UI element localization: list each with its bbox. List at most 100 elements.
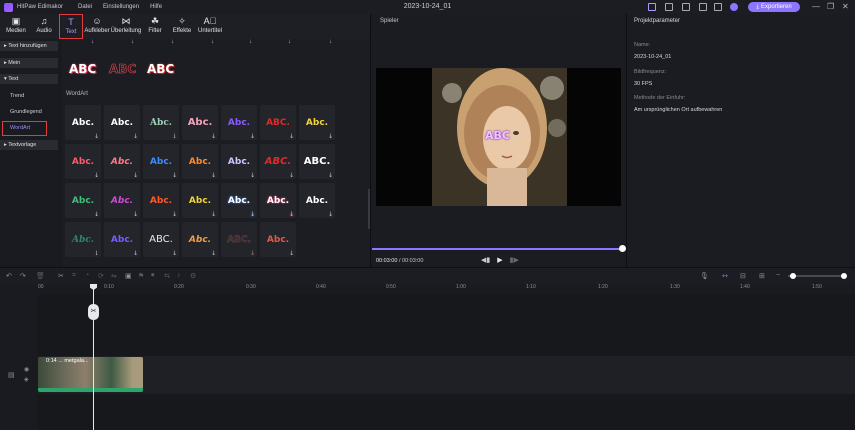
download-icon[interactable]: ↓ — [133, 172, 138, 179]
nav-wordart[interactable]: WordArt — [2, 121, 47, 136]
prev-frame-icon[interactable]: ◀▮ — [481, 256, 490, 264]
zoom-out-icon[interactable]: − — [776, 272, 780, 279]
restore-icon[interactable]: ❐ — [827, 2, 834, 11]
wordart-tile[interactable]: Abc. ↓ — [260, 183, 296, 218]
video-preview[interactable]: ABC — [376, 68, 621, 206]
track-audio-icon[interactable]: ◈ — [24, 376, 29, 383]
download-icon[interactable]: ↓ — [131, 39, 134, 45]
rotate-icon[interactable]: ⟳ — [98, 272, 104, 280]
account-icon[interactable] — [730, 3, 738, 11]
wordart-tile[interactable]: Abc. ↓ — [143, 144, 179, 179]
download-icon[interactable]: ↓ — [289, 211, 294, 218]
download-icon[interactable]: ↓ — [289, 133, 294, 140]
wordart-tile[interactable]: ABC. ↓ — [260, 144, 296, 179]
menu-hilfe[interactable]: Hilfe — [150, 4, 162, 10]
download-icon[interactable]: ↓ — [211, 172, 216, 179]
split-playhead-icon[interactable]: ✂ — [88, 304, 99, 320]
snap-icon[interactable]: ⇿ — [722, 272, 728, 280]
tool-effekte[interactable]: ✧ Effekte — [170, 14, 194, 39]
nav-trend[interactable]: Trend — [10, 93, 24, 99]
zoom-in-icon[interactable] — [841, 273, 847, 279]
wordart-tile[interactable]: Abc. ↓ — [182, 183, 218, 218]
download-icon[interactable]: ↓ — [288, 39, 291, 45]
nav-text-hinzufuegen[interactable]: ▸ Text hinzufügen — [0, 41, 58, 51]
download-icon[interactable]: ↓ — [249, 39, 252, 45]
playback-progress[interactable] — [372, 248, 622, 250]
download-icon[interactable]: ↓ — [133, 250, 138, 257]
split-icon[interactable]: ✂ — [58, 272, 64, 280]
tool-untertitel[interactable]: A⃞ Untertitel — [196, 14, 224, 39]
download-icon[interactable]: ↓ — [172, 172, 177, 179]
menu-einstellungen[interactable]: Einstellungen — [103, 4, 139, 10]
download-icon[interactable]: ↓ — [94, 172, 99, 179]
adjust-icon[interactable]: ⚙ — [190, 272, 196, 280]
undo-icon[interactable]: ↶ — [6, 272, 12, 280]
close-icon[interactable]: ✕ — [842, 2, 849, 11]
text-overlay[interactable]: ABC — [485, 129, 510, 142]
download-icon[interactable]: ↓ — [250, 211, 255, 218]
download-icon[interactable]: ↓ — [211, 133, 216, 140]
tool-ueberleitung[interactable]: ⋈ Überleitung — [110, 14, 142, 39]
download-icon[interactable]: ↓ — [171, 39, 174, 45]
download-icon[interactable]: ↓ — [289, 250, 294, 257]
crop-icon[interactable]: ⌗ — [72, 272, 76, 280]
wordart-tile[interactable]: Abc. ↓ — [182, 144, 218, 179]
download-icon[interactable]: ↓ — [329, 39, 332, 45]
wordart-tile[interactable]: Abc. ↓ — [65, 183, 101, 218]
download-icon[interactable]: ↓ — [172, 250, 177, 257]
tool-aufkleber[interactable]: ☺ Aufkleber — [84, 14, 110, 39]
download-icon[interactable]: ↓ — [91, 39, 94, 45]
speed-icon[interactable]: ◔ — [85, 272, 89, 279]
download-icon[interactable]: ↓ — [211, 250, 216, 257]
tool-medien[interactable]: ▣ Medien — [4, 14, 28, 39]
track-visibility-icon[interactable]: ◉ — [24, 366, 29, 373]
wordart-tile[interactable]: ABC. ↓ — [299, 144, 335, 179]
menu-datei[interactable]: Datei — [78, 4, 92, 10]
download-icon[interactable]: ↓ — [133, 133, 138, 140]
layout-icon[interactable] — [714, 3, 722, 11]
download-icon[interactable]: ↓ — [250, 250, 255, 257]
zoom-knob[interactable] — [790, 273, 796, 279]
timeline-ruler[interactable]: 00 0:10 0:20 0:30 0:40 0:50 1:00 1:10 1:… — [0, 284, 855, 294]
gift-icon[interactable] — [648, 3, 656, 11]
book-icon[interactable] — [682, 3, 690, 11]
track-lock-icon[interactable]: ▤ — [8, 371, 15, 379]
freeze-icon[interactable]: ▣ — [125, 272, 132, 280]
delete-icon[interactable]: 🗑 — [36, 272, 45, 280]
wordart-tile[interactable]: Abc. ↓ — [182, 222, 218, 257]
fit-icon[interactable]: ⊞ — [759, 272, 765, 280]
wordart-tile[interactable]: Abc. ↓ — [65, 222, 101, 257]
wordart-tile[interactable]: Abc. ↓ — [182, 105, 218, 140]
download-icon[interactable]: ↓ — [211, 211, 216, 218]
wordart-tile[interactable]: Abc. ↓ — [65, 144, 101, 179]
record-icon[interactable]: ⏺ — [151, 272, 155, 280]
sample-abc-2[interactable]: ABC — [109, 62, 137, 77]
mirror-icon[interactable]: ⇋ — [111, 272, 117, 280]
cart-icon[interactable] — [665, 3, 673, 11]
zoom-slider[interactable] — [788, 275, 846, 277]
download-icon[interactable]: ↓ — [250, 133, 255, 140]
nav-text[interactable]: ▾ Text — [0, 74, 58, 84]
wordart-tile[interactable]: Abc. ↓ — [299, 183, 335, 218]
wordart-tile[interactable]: ABC. ↓ — [260, 105, 296, 140]
wordart-tile[interactable]: Abc. ↓ — [65, 105, 101, 140]
wordart-tile[interactable]: Abc. ↓ — [143, 105, 179, 140]
download-icon[interactable]: ↓ — [328, 211, 333, 218]
wordart-tile[interactable]: Abc. ↓ — [299, 105, 335, 140]
wordart-tile[interactable]: Abc. ↓ — [104, 105, 140, 140]
export-button[interactable]: ⤓ Exportieren — [748, 2, 800, 12]
wordart-tile[interactable]: Abc. ↓ — [260, 222, 296, 257]
wordart-tile[interactable]: Abc. ↓ — [221, 183, 257, 218]
video-clip[interactable]: 0:14 ... metgala... — [38, 357, 143, 392]
reverse-icon[interactable]: ⇆ — [164, 272, 170, 280]
download-icon[interactable]: ↓ — [172, 211, 177, 218]
progress-knob[interactable] — [619, 245, 626, 252]
link-icon[interactable]: ⊟ — [740, 272, 746, 280]
redo-icon[interactable]: ↷ — [20, 272, 26, 280]
mail-icon[interactable] — [699, 3, 707, 11]
download-icon[interactable]: ↓ — [250, 172, 255, 179]
marker-icon[interactable]: ⚑ — [138, 272, 144, 280]
next-frame-icon[interactable]: ▮▶ — [510, 256, 519, 264]
download-icon[interactable]: ↓ — [133, 211, 138, 218]
download-icon[interactable]: ↓ — [328, 133, 333, 140]
